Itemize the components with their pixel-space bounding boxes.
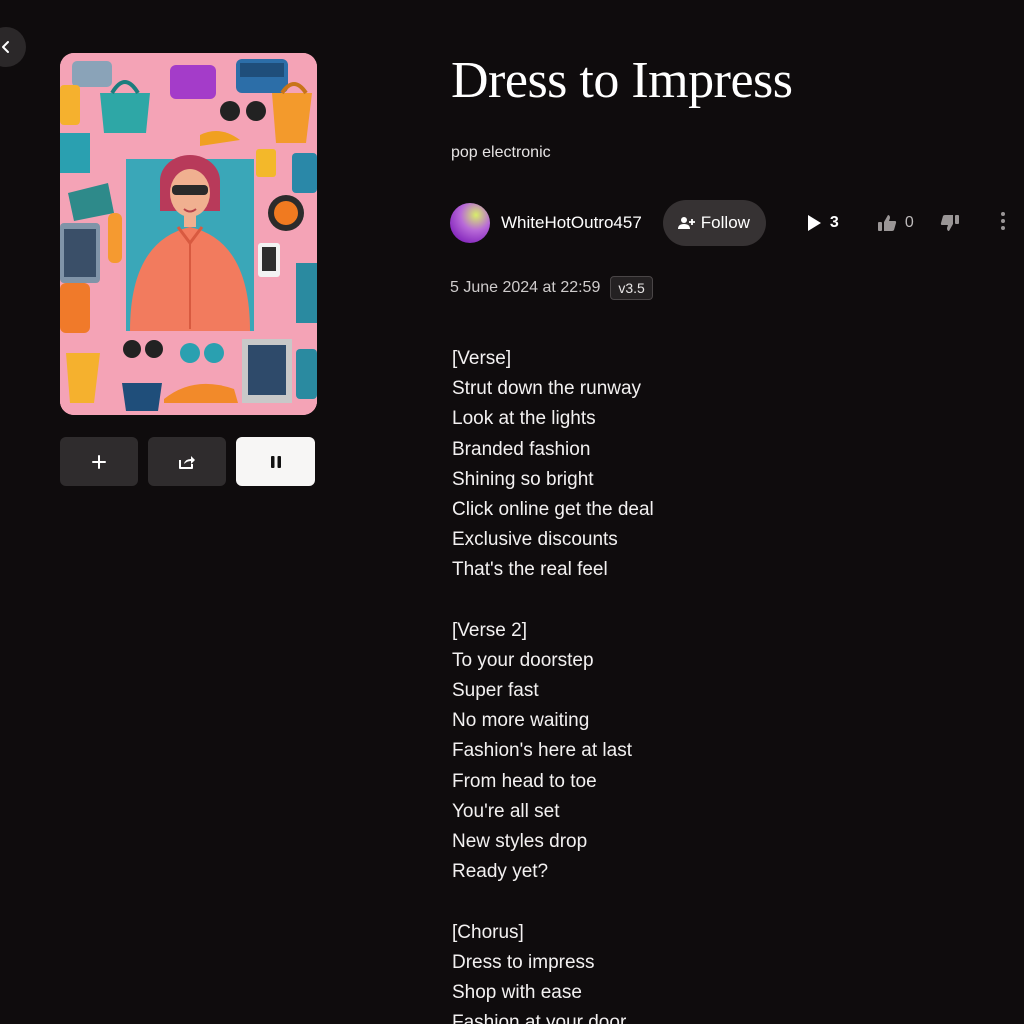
dislike-button[interactable] — [940, 214, 960, 232]
lyric-line: No more waiting — [452, 710, 590, 732]
lyric-line: Dress to impress — [452, 951, 595, 973]
play-count-value: 3 — [829, 214, 839, 231]
song-genre[interactable]: pop electronic — [451, 143, 551, 163]
back-button[interactable] — [0, 27, 26, 67]
follow-button[interactable]: Follow — [662, 200, 766, 246]
creator-row: WhiteHotOutro457 Follow 3 0 — [450, 200, 1024, 246]
cover-art[interactable] — [60, 53, 317, 415]
share-icon — [179, 455, 195, 469]
song-meta: 5 June 2024 at 22:59 v3.5 — [450, 276, 653, 300]
share-button[interactable] — [148, 437, 226, 486]
lyric-spacer — [452, 586, 654, 616]
version-badge: v3.5 — [610, 276, 653, 300]
lyric-line: Fashion's here at last — [452, 740, 632, 762]
lyric-line: New styles drop — [452, 831, 588, 852]
lyric-line: Shining so bright — [452, 468, 594, 490]
created-date: 5 June 2024 at 22:59 — [450, 279, 601, 296]
lyric-line: [Verse 2] — [452, 619, 527, 641]
lyric-line: That's the real feel — [452, 559, 608, 581]
creator-username[interactable]: WhiteHotOutro457 — [501, 213, 642, 233]
more-vertical-icon — [1001, 212, 1005, 230]
lyric-line: To your doorstep — [452, 649, 594, 671]
like-button[interactable]: 0 — [877, 214, 914, 232]
follow-label: Follow — [700, 213, 750, 232]
lyric-line: You're all set — [452, 800, 560, 822]
pause-icon — [270, 455, 281, 468]
song-title: Dress to Impress — [451, 52, 793, 109]
lyrics: [Verse] Strut down the runway Look at the … — [452, 344, 654, 1024]
lyric-line: Super fast — [452, 680, 539, 702]
lyric-line: Look at the lights — [452, 408, 596, 430]
play-icon — [807, 215, 821, 231]
plus-icon — [92, 454, 106, 469]
lyric-line: Branded fashion — [452, 438, 591, 460]
avatar[interactable] — [450, 203, 490, 243]
lyric-line: [Chorus] — [452, 921, 524, 943]
add-user-icon — [677, 217, 695, 229]
song-page: Dress to Impress pop electronic WhiteHot… — [0, 0, 1024, 1024]
chevron-left-icon — [2, 41, 9, 53]
more-options-button[interactable] — [1000, 211, 1006, 236]
lyric-line: Click online get the deal — [452, 498, 654, 520]
lyric-line: Shop with ease — [452, 981, 582, 1003]
song-actions — [60, 437, 315, 486]
lyric-line: Strut down the runway — [452, 378, 642, 400]
thumbs-down-icon — [940, 215, 959, 231]
like-count: 0 — [904, 214, 914, 231]
thumbs-up-icon — [877, 215, 896, 231]
lyric-line: [Verse] — [452, 348, 512, 369]
lyric-line: Fashion at your door — [452, 1012, 627, 1024]
play-count: 3 — [806, 214, 839, 232]
lyric-spacer — [452, 887, 654, 917]
lyric-line: From head to toe — [452, 770, 597, 792]
lyric-line: Ready yet? — [452, 861, 549, 883]
lyric-line: Exclusive discounts — [452, 529, 618, 551]
cover-illustration — [60, 53, 317, 415]
add-to-playlist-button[interactable] — [60, 437, 138, 486]
play-pause-button[interactable] — [236, 437, 315, 486]
